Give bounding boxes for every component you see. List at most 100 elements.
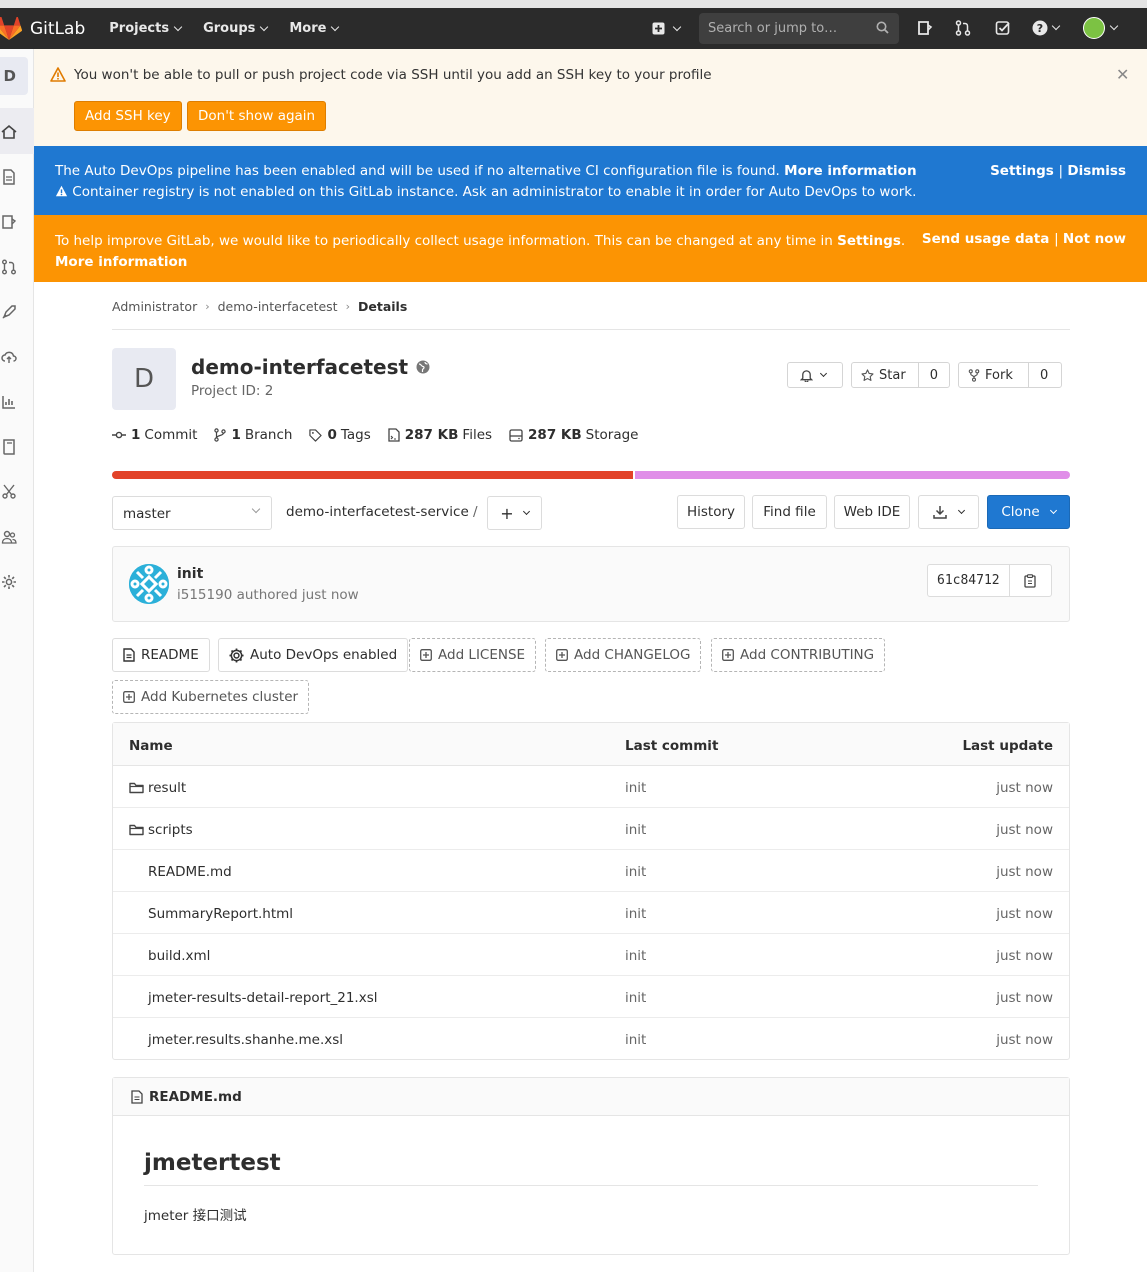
commit-sha[interactable]: 61c84712	[928, 565, 1010, 596]
rocket-icon[interactable]	[1, 304, 17, 320]
settings-link[interactable]: Settings	[990, 163, 1054, 179]
star-button[interactable]: Star	[852, 363, 918, 387]
add-kubernetes-cluster-button[interactable]: Add Kubernetes cluster	[112, 680, 310, 714]
dismiss-link[interactable]: Dismiss	[1067, 163, 1126, 179]
row-commit-message[interactable]: init	[625, 948, 646, 964]
table-row[interactable]: build.xml init just now	[113, 934, 1069, 976]
breadcrumb-details[interactable]: Details	[358, 299, 407, 314]
row-commit-message[interactable]: init	[625, 990, 646, 1006]
cloud-upload-icon[interactable]	[1, 349, 17, 365]
usage-more-information-link[interactable]: More information	[55, 254, 187, 270]
repo-path[interactable]: demo-interfacetest-service	[286, 504, 469, 520]
nav-groups[interactable]: Groups	[203, 21, 269, 36]
readme-panel: README.md jmetertest jmeter 接口测试	[112, 1077, 1070, 1255]
add-license-button[interactable]: Add LICENSE	[409, 638, 537, 672]
header-name: Name	[129, 738, 173, 754]
merge-requests-button[interactable]	[955, 20, 971, 36]
nav-more[interactable]: More	[289, 21, 340, 36]
author-avatar[interactable]	[129, 564, 169, 604]
chart-icon[interactable]	[1, 394, 17, 410]
file-name[interactable]: README.md	[148, 864, 232, 880]
readme-button[interactable]: README	[112, 638, 210, 672]
tags-stat[interactable]: 0 Tags	[309, 427, 371, 443]
fork-button-group[interactable]: Fork 0	[958, 362, 1062, 388]
book-icon[interactable]	[1, 439, 17, 455]
row-commit-message[interactable]: init	[625, 780, 646, 796]
nav-projects[interactable]: Projects	[109, 21, 183, 36]
history-button[interactable]: History	[677, 495, 745, 529]
more-information-link[interactable]: More information	[784, 163, 916, 179]
star-button-group[interactable]: Star 0	[851, 362, 950, 388]
breadcrumb-project[interactable]: demo-interfacetest	[218, 299, 338, 314]
file-name[interactable]: SummaryReport.html	[148, 906, 293, 922]
web-ide-button[interactable]: Web IDE	[834, 495, 910, 529]
file-name[interactable]: jmeter.results.shanhe.me.xsl	[148, 1032, 343, 1048]
readme-filename[interactable]: README.md	[149, 1089, 242, 1105]
table-row[interactable]: result init just now	[113, 766, 1069, 808]
issues-check-icon	[995, 21, 1010, 35]
project-name: demo-interfacetest	[191, 355, 409, 379]
home-icon[interactable]	[1, 124, 17, 140]
members-icon[interactable]	[1, 529, 17, 545]
star-count[interactable]: 0	[917, 363, 949, 387]
row-name-cell[interactable]: scripts	[129, 822, 193, 838]
clone-button[interactable]: Clone	[987, 495, 1070, 529]
new-dropdown-button[interactable]	[652, 22, 682, 35]
close-icon[interactable]: ✕	[1116, 65, 1129, 84]
row-name-cell[interactable]: result	[129, 780, 186, 796]
todos-button[interactable]	[917, 20, 933, 36]
settings-gear-icon[interactable]	[1, 574, 17, 590]
fork-button[interactable]: Fork	[959, 363, 1028, 387]
dont-show-again-button[interactable]: Don't show again	[187, 101, 327, 131]
branch-selector[interactable]: master	[112, 496, 272, 530]
header-last-update: Last update	[962, 738, 1053, 754]
find-file-button[interactable]: Find file	[752, 495, 827, 529]
table-row[interactable]: jmeter-results-detail-report_21.xsl init…	[113, 976, 1069, 1018]
send-usage-data-link[interactable]: Send usage data	[922, 231, 1049, 247]
snippets-scissors-icon[interactable]	[1, 484, 17, 500]
fork-count[interactable]: 0	[1028, 363, 1059, 387]
download-dropdown[interactable]	[918, 495, 979, 529]
add-changelog-button[interactable]: Add CHANGELOG	[545, 638, 702, 672]
plus-square-icon	[123, 691, 135, 703]
row-commit-message[interactable]: init	[625, 1032, 646, 1048]
plus-square-icon	[722, 649, 734, 661]
nav-groups-label: Groups	[203, 21, 256, 36]
row-commit-message[interactable]: init	[625, 906, 646, 922]
identicon-pattern	[129, 564, 169, 604]
table-row[interactable]: SummaryReport.html init just now	[113, 892, 1069, 934]
gitlab-logo[interactable]: GitLab	[0, 16, 85, 41]
search-input[interactable]: Search or jump to…	[699, 13, 899, 44]
add-contributing-button[interactable]: Add CONTRIBUTING	[711, 638, 886, 672]
plus-icon: +	[500, 503, 514, 523]
breadcrumb-administrator[interactable]: Administrator	[112, 299, 197, 314]
issues-button[interactable]	[995, 20, 1011, 36]
merge-request-icon[interactable]	[1, 259, 17, 275]
not-now-link[interactable]: Not now	[1063, 231, 1126, 247]
usage-settings-link[interactable]: Settings	[837, 233, 901, 249]
todo-icon	[918, 21, 933, 35]
notification-dropdown[interactable]	[787, 362, 843, 388]
storage-icon	[509, 428, 523, 442]
repository-icon[interactable]	[1, 169, 17, 185]
chevron-down-icon	[251, 504, 261, 514]
table-row[interactable]: README.md init just now	[113, 850, 1069, 892]
table-row[interactable]: jmeter.results.shanhe.me.xsl init just n…	[113, 1018, 1069, 1059]
file-name[interactable]: jmeter-results-detail-report_21.xsl	[148, 990, 378, 1006]
branches-label: Branch	[244, 427, 293, 443]
user-menu[interactable]	[1083, 17, 1119, 39]
issues-icon[interactable]	[1, 214, 17, 230]
file-name[interactable]: build.xml	[148, 948, 210, 964]
add-ssh-key-button[interactable]: Add SSH key	[74, 101, 182, 131]
help-dropdown[interactable]: ?	[1032, 20, 1061, 36]
branches-stat[interactable]: 1 Branch	[214, 427, 292, 443]
auto-devops-button[interactable]: Auto DevOps enabled	[218, 638, 409, 672]
add-to-tree-dropdown[interactable]: +	[487, 496, 542, 530]
commit-title[interactable]: init	[177, 566, 203, 582]
row-commit-message[interactable]: init	[625, 822, 646, 838]
row-commit-message[interactable]: init	[625, 864, 646, 880]
copy-sha-button[interactable]	[1010, 565, 1051, 596]
table-row[interactable]: scripts init just now	[113, 808, 1069, 850]
commits-stat[interactable]: 1 Commit	[112, 427, 197, 443]
sidebar-project-avatar[interactable]: D	[0, 57, 28, 95]
